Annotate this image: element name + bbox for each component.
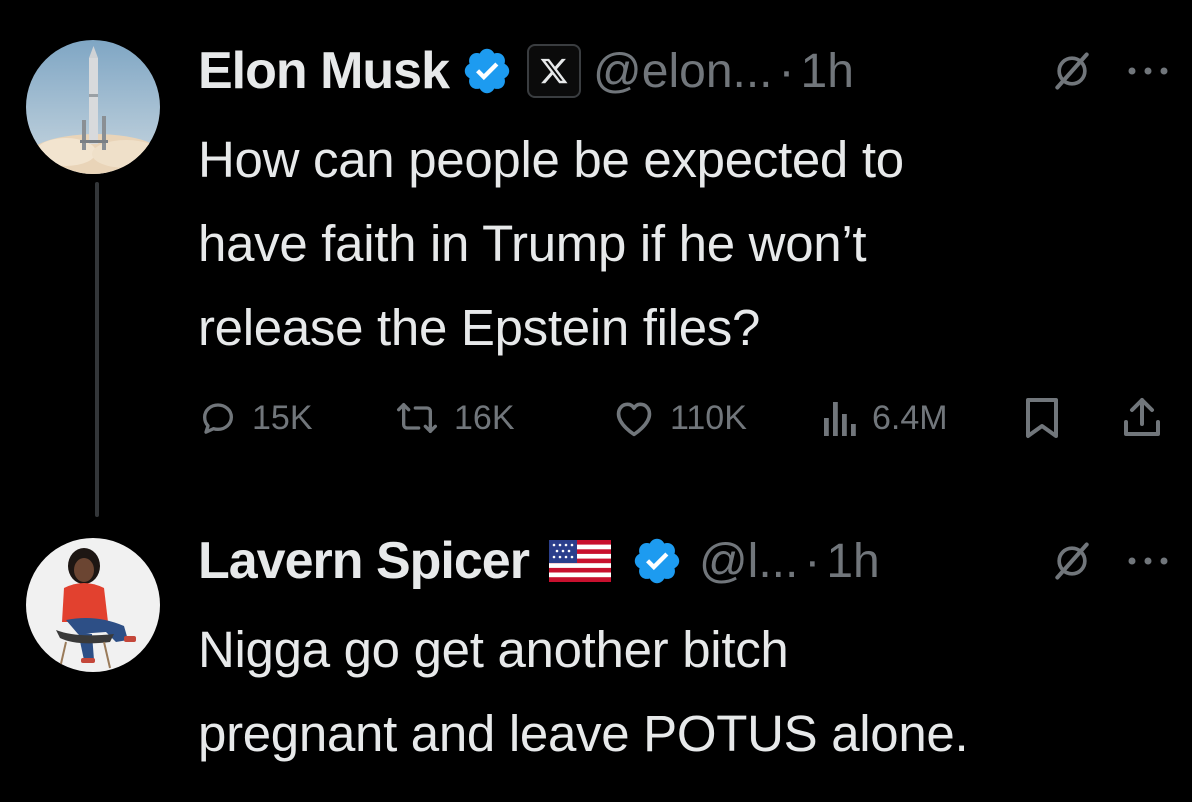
share-icon — [1124, 398, 1160, 436]
verified-badge-icon[interactable] — [461, 45, 513, 97]
like-button[interactable]: 110K — [612, 386, 747, 450]
bookmark-icon — [1026, 398, 1058, 438]
reply-icon — [203, 403, 233, 434]
repost-count: 16K — [454, 398, 515, 437]
tweet-header: Elon Musk @elon... · 1h — [198, 36, 1172, 106]
us-flag-icon — [548, 540, 611, 582]
timestamp[interactable]: 1h — [826, 534, 879, 589]
x-affiliation-badge-icon[interactable] — [527, 44, 582, 98]
display-name[interactable]: Lavern Spicer — [198, 531, 530, 591]
separator-dot: · — [778, 44, 795, 98]
bookmark-button[interactable] — [1024, 386, 1060, 450]
rocket-launch-avatar-image — [26, 40, 160, 174]
like-icon — [616, 402, 652, 437]
tweet-text: Nigga go get another bitch pregnant and … — [198, 621, 969, 762]
share-button[interactable] — [1120, 386, 1164, 450]
like-count: 110K — [670, 398, 747, 437]
tweet-text: How can people be expected to have faith… — [198, 131, 904, 356]
repost-button[interactable]: 16K — [394, 386, 515, 450]
action-bar: 15K 16K 110K 6.4M — [198, 386, 1178, 450]
more-options-icon[interactable] — [1124, 551, 1172, 571]
user-handle[interactable]: @l... — [699, 534, 798, 589]
tweet-elon[interactable]: Elon Musk @elon... · 1h How can people b… — [0, 0, 1192, 520]
user-handle[interactable]: @elon... — [593, 44, 772, 99]
more-options-icon[interactable] — [1124, 61, 1172, 81]
views-button[interactable]: 6.4M — [822, 386, 948, 450]
view-count: 6.4M — [872, 398, 948, 437]
verified-badge-icon[interactable] — [631, 535, 683, 587]
tweet-reply-lavern[interactable]: Lavern Spicer @l... · 1h Nigga go get an… — [0, 520, 1192, 802]
timestamp[interactable]: 1h — [801, 44, 854, 99]
grok-icon[interactable] — [1050, 539, 1094, 583]
grok-icon[interactable] — [1050, 49, 1094, 93]
separator-dot: · — [804, 534, 821, 588]
views-icon — [824, 402, 856, 436]
reply-count: 15K — [252, 398, 313, 437]
avatar-lavern[interactable] — [26, 538, 160, 672]
woman-seated-avatar-image — [26, 538, 160, 672]
reply-button[interactable]: 15K — [198, 386, 313, 450]
avatar-elon[interactable] — [26, 40, 160, 174]
repost-icon — [396, 403, 437, 433]
display-name[interactable]: Elon Musk — [198, 41, 450, 101]
tweet-header: Lavern Spicer @l... · 1h — [198, 526, 1172, 596]
thread-connector-line — [95, 182, 99, 517]
